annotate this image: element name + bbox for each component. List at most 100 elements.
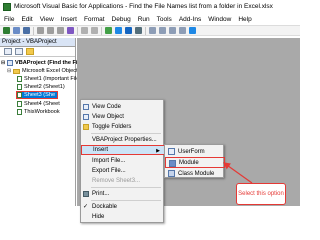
tree-node-thisworkbook[interactable]: ThisWorkbook (17, 108, 60, 116)
tree-node-sheet4-label: Sheet4 (Sheet (24, 101, 60, 107)
tree-node-sheet1[interactable]: Sheet1 (Important File) (17, 75, 81, 83)
menu-item-label: View Code (92, 104, 121, 110)
design-mode-icon[interactable] (135, 27, 142, 34)
menu-debug[interactable]: Debug (112, 16, 131, 23)
tree-node-sheet2[interactable]: Sheet2 (Sheet1) (17, 83, 65, 91)
menu-item-vbaproject-properties[interactable]: VBAProject Properties... (81, 135, 165, 145)
copy-icon[interactable] (47, 27, 54, 34)
userform-icon (168, 148, 175, 155)
menu-item-label: Dockable (92, 204, 118, 210)
toggle-folders-icon (83, 124, 89, 130)
toolbox-icon[interactable] (179, 27, 186, 34)
menu-separator (91, 187, 161, 188)
menu-tools[interactable]: Tools (157, 16, 172, 23)
project-pane-title: Project - VBAProject (0, 38, 75, 47)
object-browser-icon[interactable] (169, 27, 176, 34)
tree-node-excel-objects[interactable]: ⊟ Microsoft Excel Objects (7, 67, 80, 75)
menu-format[interactable]: Format (84, 16, 105, 23)
project-explorer-icon[interactable] (149, 27, 156, 34)
toolbar-separator (101, 26, 102, 35)
submenu-item-class-module[interactable]: Class Module (165, 168, 225, 179)
annotation-callout: Select this option (236, 183, 286, 205)
view-code-icon (83, 104, 89, 110)
menu-separator (91, 133, 161, 134)
insert-module-icon[interactable] (13, 27, 20, 34)
menu-add-ins[interactable]: Add-Ins (179, 16, 201, 23)
help-icon[interactable] (189, 27, 196, 34)
menu-item-label: Toggle Folders (92, 124, 132, 130)
menu-item-dockable[interactable]: ✓ Dockable (81, 202, 165, 212)
excel-view-icon[interactable] (3, 27, 10, 34)
save-icon[interactable] (23, 27, 30, 34)
reset-icon[interactable] (125, 27, 132, 34)
menu-item-toggle-folders[interactable]: Toggle Folders (81, 122, 165, 132)
menu-item-print[interactable]: Print... (81, 189, 165, 199)
project-pane-toolbar (0, 47, 75, 57)
find-icon[interactable] (67, 27, 74, 34)
view-object-icon (83, 114, 89, 120)
standard-toolbar (0, 25, 300, 36)
excel-icon (3, 2, 11, 11)
window-title: Microsoft Visual Basic for Applications … (14, 3, 273, 10)
insert-submenu: UserForm Module Class Module (164, 144, 225, 179)
module-icon (169, 160, 176, 167)
project-explorer-pane: Project - VBAProject ⊟ VBAProject (Find … (0, 38, 112, 206)
menu-item-view-object[interactable]: View Object (81, 112, 165, 122)
cut-icon[interactable] (37, 27, 44, 34)
menu-item-label: Remove Sheet3... (92, 178, 141, 184)
title-bar: Microsoft Visual Basic for Applications … (0, 0, 300, 13)
menu-item-view-code[interactable]: View Code (81, 102, 165, 112)
tree-node-thisworkbook-label: ThisWorkbook (24, 109, 60, 115)
check-icon: ✓ (83, 204, 89, 210)
redo-icon[interactable] (91, 27, 98, 34)
tree-node-folder-label: Microsoft Excel Objects (22, 68, 81, 74)
menu-item-hide[interactable]: Hide (81, 212, 165, 222)
workbook-icon (17, 109, 22, 115)
menu-separator (91, 200, 161, 201)
toolbar-separator (77, 26, 78, 35)
menu-insert[interactable]: Insert (61, 16, 77, 23)
toggle-folders-icon[interactable] (26, 48, 34, 55)
context-menu: View Code View Object Toggle Folders VBA… (80, 99, 165, 223)
view-code-icon[interactable] (4, 48, 12, 55)
paste-icon[interactable] (57, 27, 64, 34)
tree-node-sheet3-label: Sheet3 (She (24, 92, 56, 98)
tree-node-sheet1-label: Sheet1 (Important File) (24, 76, 82, 82)
collapse-icon[interactable]: ⊟ (1, 60, 6, 66)
menu-view[interactable]: View (40, 16, 54, 23)
toolbar-separator (33, 26, 34, 35)
menu-item-insert[interactable]: Insert ▶ (81, 145, 165, 155)
submenu-item-module[interactable]: Module (165, 157, 225, 168)
menu-item-label: Hide (92, 214, 105, 220)
undo-icon[interactable] (81, 27, 88, 34)
menu-run[interactable]: Run (138, 16, 150, 23)
break-icon[interactable] (115, 27, 122, 34)
menu-file[interactable]: File (4, 16, 14, 23)
submenu-arrow-icon: ▶ (156, 148, 160, 154)
tree-node-sheet3[interactable]: Sheet3 (She (16, 91, 59, 99)
menu-item-import-file[interactable]: Import File... (81, 156, 165, 166)
run-icon[interactable] (105, 27, 112, 34)
properties-icon[interactable] (159, 27, 166, 34)
menu-bar: File Edit View Insert Format Debug Run T… (0, 14, 300, 24)
menu-window[interactable]: Window (208, 16, 231, 23)
collapse-icon[interactable]: ⊟ (7, 68, 12, 74)
menu-item-remove-sheet[interactable]: Remove Sheet3... (81, 176, 165, 186)
menu-item-label: Print... (92, 191, 110, 197)
sheet-icon (17, 101, 22, 107)
submenu-item-label: Module (179, 159, 199, 166)
view-object-icon[interactable] (15, 48, 23, 55)
submenu-item-userform[interactable]: UserForm (165, 146, 225, 157)
tree-node-sheet4[interactable]: Sheet4 (Sheet (17, 100, 60, 108)
submenu-item-label: Class Module (178, 170, 215, 177)
menu-help[interactable]: Help (238, 16, 251, 23)
menu-item-label: Import File... (92, 158, 126, 164)
vba-editor-window: Microsoft Visual Basic for Applications … (0, 0, 300, 230)
class-module-icon (168, 170, 175, 177)
sheet-icon (17, 84, 22, 90)
menu-item-label: View Object (92, 114, 124, 120)
menu-edit[interactable]: Edit (21, 16, 32, 23)
toolbar-separator (145, 26, 146, 35)
menu-item-export-file[interactable]: Export File... (81, 166, 165, 176)
printer-icon (83, 191, 89, 197)
